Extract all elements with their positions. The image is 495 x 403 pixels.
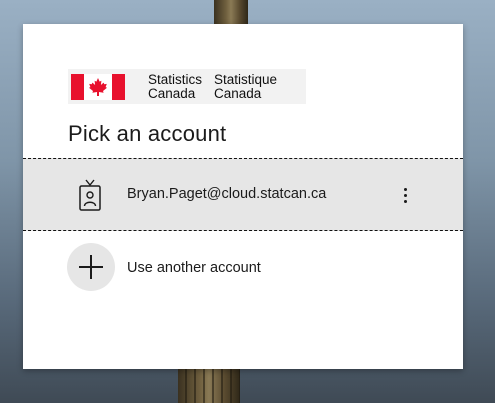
use-another-account-button[interactable]: Use another account [23,239,463,297]
account-tile[interactable]: Bryan.Paget@cloud.statcan.ca [23,158,463,231]
wordmark-english: Statistics Canada [148,71,203,101]
account-picker-dialog: Statistics Canada Statistique Canada Pic… [23,24,463,369]
background-tower-bottom [178,368,240,403]
wordmark-en-line2: Canada [148,85,196,101]
wordmark-fr-line2: Canada [214,85,262,101]
statcan-logo: Statistics Canada Statistique Canada [68,69,306,104]
statcan-wordmark: Statistics Canada Statistique Canada [148,71,278,101]
plus-icon [67,243,115,291]
use-another-account-label: Use another account [127,260,261,276]
page-title: Pick an account [68,121,227,146]
work-badge-icon [79,179,101,211]
more-options-icon[interactable] [395,179,415,211]
canada-flag-icon [71,73,125,100]
account-email: Bryan.Paget@cloud.statcan.ca [127,186,327,202]
wordmark-fr-line1: Statistique [214,71,278,87]
background-tower-top [214,0,248,26]
wordmark-en-line1: Statistics [148,71,203,87]
wordmark-french: Statistique Canada [214,71,278,101]
